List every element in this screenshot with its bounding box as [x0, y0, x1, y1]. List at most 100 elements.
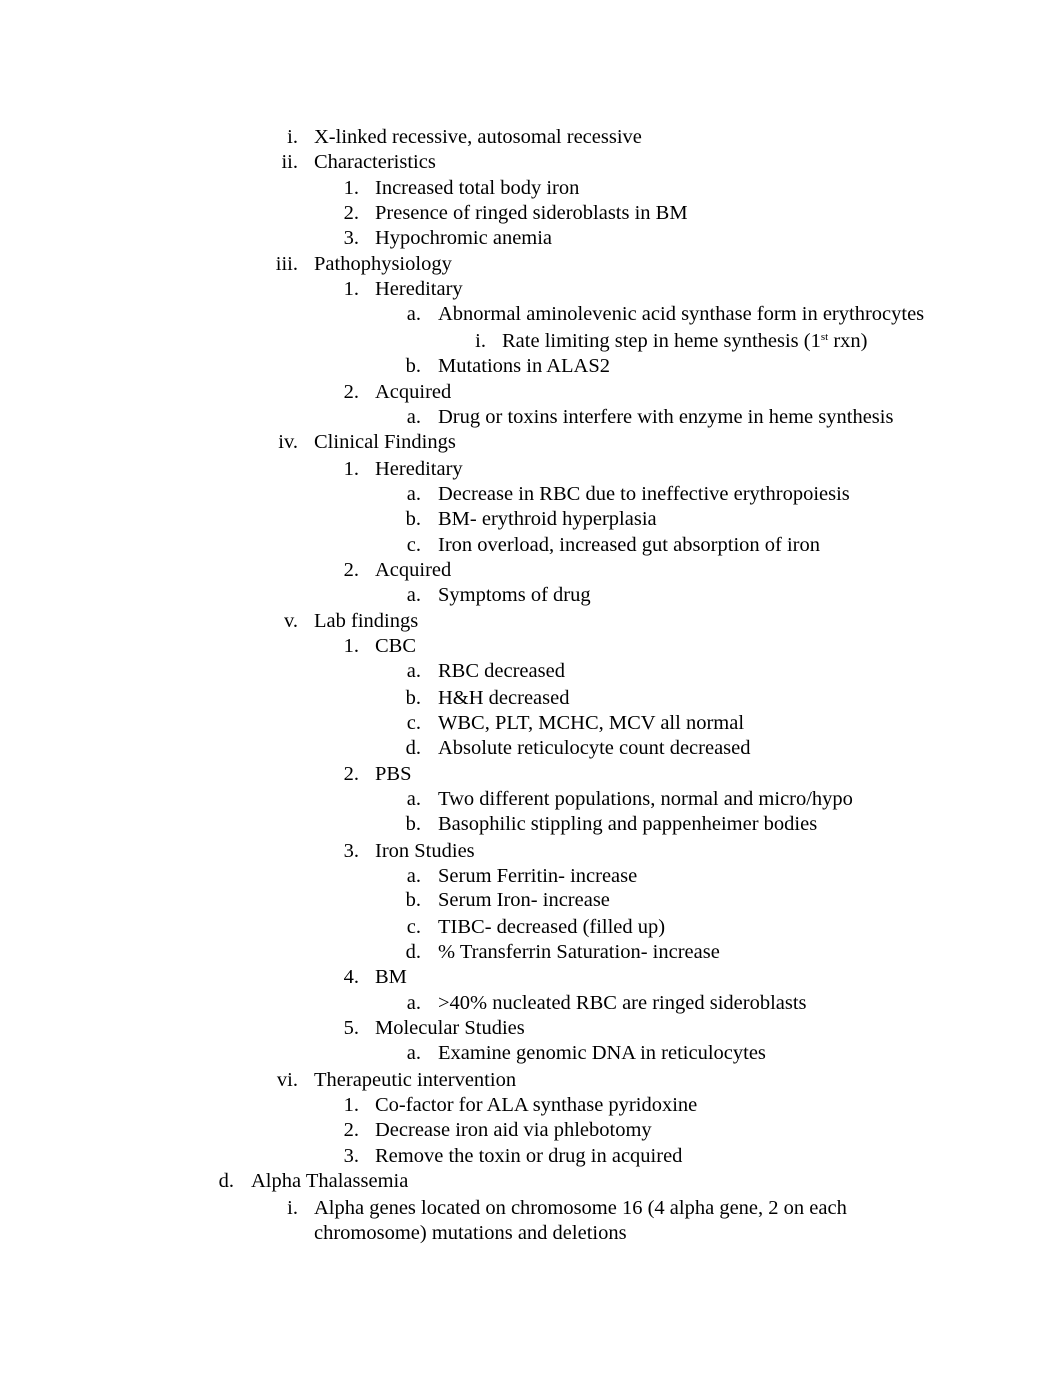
- item-text: >40% nucleated RBC are ringed sideroblas…: [438, 992, 807, 1014]
- list-marker: i.: [287, 1197, 298, 1219]
- list-marker: b.: [405, 355, 421, 377]
- outline-item: b. Serum Iron- increase: [0, 888, 1062, 912]
- outline-item: b. Basophilic stippling and pappenheimer …: [0, 812, 1062, 836]
- list-marker: b.: [405, 813, 421, 835]
- outline-item: 3. Hypochromic anemia: [0, 226, 1062, 250]
- list-marker: 1.: [343, 278, 359, 300]
- item-text-before: Rate limiting step in heme synthesis (1: [502, 330, 821, 352]
- list-marker: 1.: [343, 458, 359, 480]
- list-marker: a.: [406, 406, 421, 428]
- list-marker: a.: [406, 1042, 421, 1064]
- list-marker: ii.: [281, 151, 298, 173]
- item-text: Two different populations, normal and mi…: [438, 788, 853, 810]
- list-marker: d.: [405, 941, 421, 963]
- outline-item: iv. Clinical Findings: [0, 430, 1062, 454]
- outline-item: i. Rate limiting step in heme synthesis (…: [0, 329, 1062, 353]
- item-text: Lab findings: [314, 610, 419, 632]
- outline-item: i. X-linked recessive, autosomal recessiv…: [0, 125, 1062, 149]
- item-text: Serum Iron- increase: [438, 889, 610, 911]
- item-text: WBC, PLT, MCHC, MCV all normal: [438, 712, 745, 734]
- item-text: Increased total body iron: [375, 177, 580, 199]
- outline-item: a. Symptoms of drug: [0, 583, 1062, 607]
- item-text: Clinical Findings: [314, 431, 456, 453]
- outline-item: 1. Increased total body iron: [0, 176, 1062, 200]
- item-text: Acquired: [375, 381, 452, 403]
- outline-item: b. Mutations in ALAS2: [0, 354, 1062, 378]
- list-marker: c.: [406, 712, 421, 734]
- item-text: Acquired: [375, 559, 452, 581]
- list-marker: 2.: [343, 763, 359, 785]
- item-text: Hereditary: [375, 278, 463, 300]
- item-text: Alpha genes located on chromosome 16 (4 …: [314, 1197, 847, 1219]
- item-text: Co-factor for ALA synthase pyridoxine: [375, 1094, 698, 1116]
- list-marker: a.: [406, 303, 421, 325]
- list-marker: v.: [283, 610, 298, 632]
- list-marker: 2.: [343, 1119, 359, 1141]
- outline-item: d. Absolute reticulocyte count decreased: [0, 736, 1062, 760]
- outline-item: v. Lab findings: [0, 609, 1062, 633]
- item-text: Basophilic stippling and pappenheimer bo…: [438, 813, 818, 835]
- list-marker: i.: [475, 330, 486, 352]
- outline-item: a. Examine genomic DNA in reticulocytes: [0, 1041, 1062, 1065]
- list-marker: 2.: [343, 559, 359, 581]
- list-marker: d.: [405, 737, 421, 759]
- item-text: Decrease iron aid via phlebotomy: [375, 1119, 652, 1141]
- item-text: X-linked recessive, autosomal recessive: [314, 126, 642, 148]
- outline-item: a. Drug or toxins interfere with enzyme i…: [0, 405, 1062, 429]
- outline-item: d. Alpha Thalassemia: [0, 1169, 1062, 1193]
- list-marker: a.: [406, 788, 421, 810]
- item-text: Abnormal aminolevenic acid synthase form…: [438, 303, 925, 325]
- list-marker: 2.: [343, 381, 359, 403]
- item-text: Symptoms of drug: [438, 584, 591, 606]
- list-marker: 4.: [343, 966, 359, 988]
- item-text: RBC decreased: [438, 660, 565, 682]
- item-text: chromosome) mutations and deletions: [314, 1222, 627, 1244]
- item-text: Alpha Thalassemia: [251, 1170, 409, 1192]
- item-text: Drug or toxins interfere with enzyme in …: [438, 406, 894, 428]
- list-marker: vi.: [276, 1069, 298, 1091]
- list-marker: b.: [405, 508, 421, 530]
- item-text: Characteristics: [314, 151, 436, 173]
- item-text: CBC: [375, 635, 417, 657]
- outline-item: iii. Pathophysiology: [0, 252, 1062, 276]
- item-text: Iron overload, increased gut absorption …: [438, 534, 820, 556]
- item-text: % Transferrin Saturation- increase: [438, 941, 720, 963]
- list-marker: d.: [218, 1170, 234, 1192]
- outline-item: ii. Characteristics: [0, 150, 1062, 174]
- list-marker: a.: [406, 865, 421, 887]
- outline-item: 2. Acquired: [0, 380, 1062, 404]
- outline-item: vi. Therapeutic intervention: [0, 1068, 1062, 1092]
- outline-item: 3. Iron Studies: [0, 839, 1062, 863]
- outline-item: c. Iron overload, increased gut absorptio…: [0, 533, 1062, 557]
- item-text: Examine genomic DNA in reticulocytes: [438, 1042, 766, 1064]
- outline-item: a. RBC decreased: [0, 659, 1062, 683]
- item-text: Serum Ferritin- increase: [438, 865, 638, 887]
- list-marker: 5.: [343, 1017, 359, 1039]
- list-marker: 2.: [343, 202, 359, 224]
- list-marker: a.: [406, 584, 421, 606]
- item-text: BM- erythroid hyperplasia: [438, 508, 657, 530]
- outline-item: c. TIBC- decreased (filled up): [0, 915, 1062, 939]
- outline-item: a. Two different populations, normal and …: [0, 787, 1062, 811]
- outline-item: 1. Co-factor for ALA synthase pyridoxine: [0, 1093, 1062, 1117]
- item-text: Hereditary: [375, 458, 463, 480]
- outline-item: a. >40% nucleated RBC are ringed siderobl…: [0, 991, 1062, 1015]
- outline-item: b. H&H decreased: [0, 686, 1062, 710]
- list-marker: 3.: [343, 227, 359, 249]
- outline-item: c. WBC, PLT, MCHC, MCV all normal: [0, 711, 1062, 735]
- item-text: TIBC- decreased (filled up): [438, 916, 666, 938]
- list-marker: c.: [406, 534, 421, 556]
- item-text: Hypochromic anemia: [375, 227, 553, 249]
- item-text: BM: [375, 966, 407, 988]
- list-marker: a.: [406, 483, 421, 505]
- outline-item: d. % Transferrin Saturation- increase: [0, 940, 1062, 964]
- list-marker: 3.: [343, 1145, 359, 1167]
- item-text: Decrease in RBC due to ineffective eryth…: [438, 483, 850, 505]
- item-text: Absolute reticulocyte count decreased: [438, 737, 751, 759]
- list-marker: 3.: [343, 840, 359, 862]
- list-marker: 1.: [343, 635, 359, 657]
- outline-item: a. Serum Ferritin- increase: [0, 864, 1062, 888]
- outline-item: i. Alpha genes located on chromosome 16 (…: [0, 1196, 1062, 1220]
- list-marker: b.: [405, 687, 421, 709]
- item-text: Remove the toxin or drug in acquired: [375, 1145, 683, 1167]
